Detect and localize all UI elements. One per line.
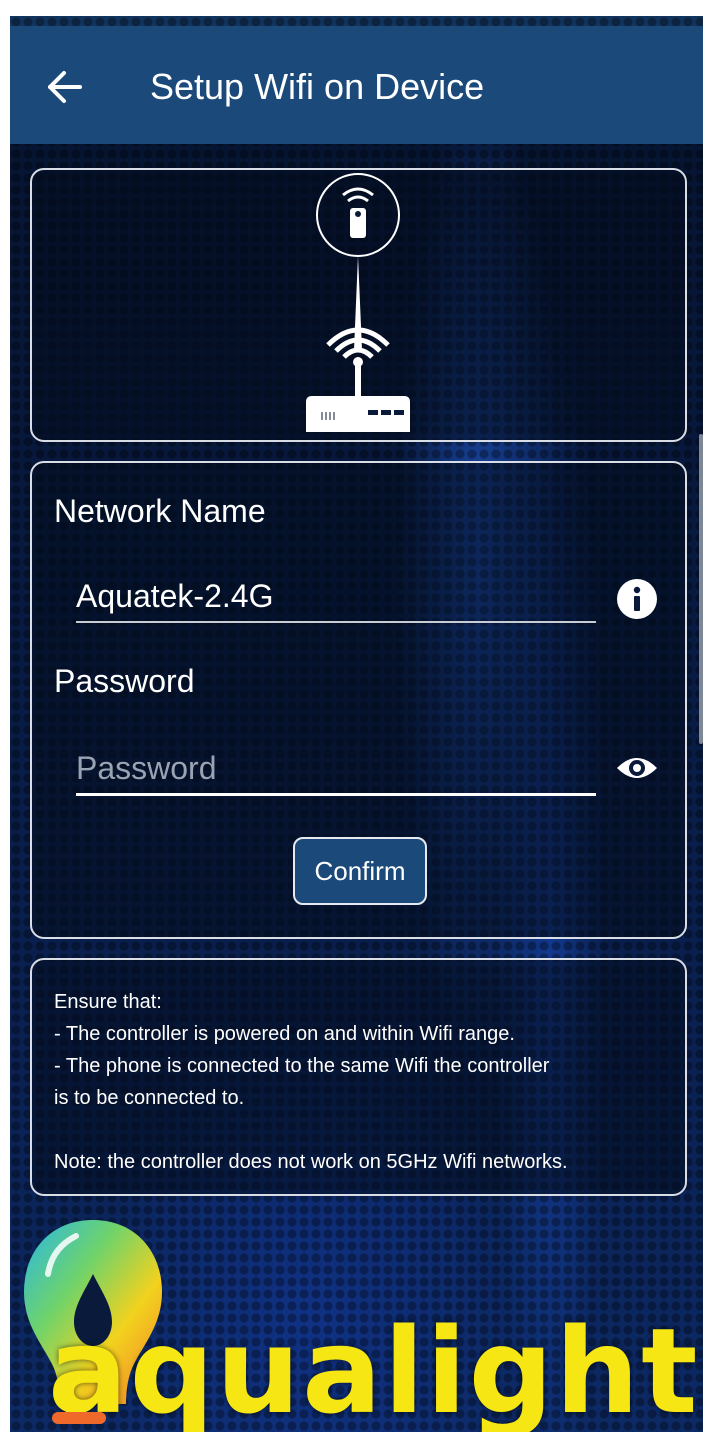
wifi-form-card: Network Name Password Confirm	[30, 461, 687, 939]
scrollbar[interactable]	[699, 434, 703, 744]
network-name-label: Network Name	[54, 493, 266, 529]
app-screen: Setup Wifi on Device Network Name Aquate…	[10, 16, 703, 1432]
connection-line	[354, 256, 362, 350]
remote-controller-icon	[316, 173, 400, 257]
eye-icon[interactable]	[614, 751, 660, 785]
app-bar: Setup Wifi on Device	[10, 26, 703, 144]
instruction-line: - The phone is connected to the same Wif…	[54, 1055, 550, 1077]
instruction-line: Ensure that:	[54, 991, 162, 1013]
brand-accent-bar	[52, 1412, 106, 1424]
confirm-button[interactable]: Confirm	[293, 837, 427, 905]
device-illustration-card	[30, 168, 687, 442]
info-icon[interactable]	[617, 579, 657, 619]
device-illustration	[306, 173, 410, 432]
instruction-note: Note: the controller does not work on 5G…	[54, 1151, 568, 1173]
instruction-line: - The controller is powered on and withi…	[54, 1023, 515, 1045]
page-title: Setup Wifi on Device	[150, 66, 485, 107]
network-name-input[interactable]	[76, 571, 596, 623]
password-label: Password	[54, 663, 195, 699]
back-button[interactable]	[40, 62, 90, 112]
brand-wordmark: aqualight	[48, 1302, 700, 1432]
status-bar	[10, 16, 703, 26]
arrow-left-icon	[48, 71, 82, 103]
instruction-line: is to be connected to.	[54, 1087, 245, 1109]
instructions-card: Ensure that: - The controller is powered…	[30, 958, 687, 1196]
instructions-text: Ensure that: - The controller is powered…	[54, 986, 664, 1178]
password-input[interactable]	[76, 743, 596, 796]
